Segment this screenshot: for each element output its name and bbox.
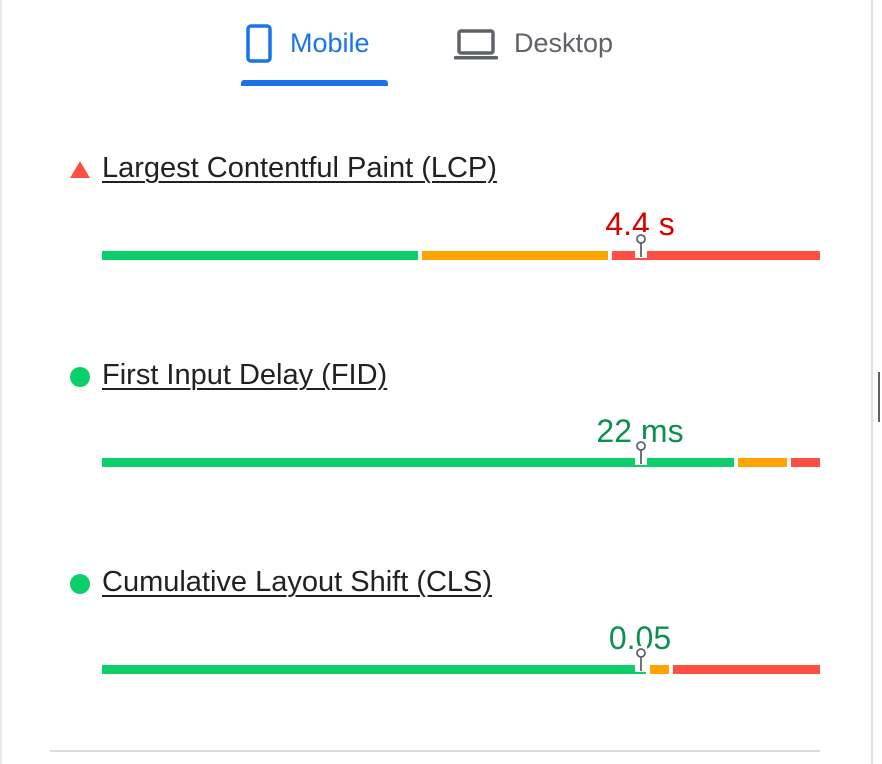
- metric-name-lcp[interactable]: Largest Contentful Paint (LCP): [102, 148, 497, 188]
- tab-selected-indicator: [241, 80, 388, 86]
- metric-lcp: Largest Contentful Paint (LCP) 4.4 s: [0, 148, 882, 308]
- distribution-bar-cls: [102, 665, 820, 674]
- bar-segment-needs-improvement: [738, 458, 787, 467]
- bar-segment-poor: [791, 458, 820, 467]
- tab-mobile-label: Mobile: [290, 27, 370, 58]
- metric-fid: First Input Delay (FID) 22 ms: [0, 355, 882, 515]
- metric-name-fid[interactable]: First Input Delay (FID): [102, 355, 387, 395]
- distribution-bar-lcp: [102, 251, 820, 260]
- green-dot-icon: [69, 366, 91, 388]
- triangle-warning-icon: [69, 159, 91, 181]
- distribution-bar-fid: [102, 458, 820, 467]
- laptop-icon: [452, 23, 500, 63]
- bar-segment-needs-improvement: [422, 251, 608, 260]
- bar-segment-good: [102, 665, 646, 674]
- value-marker-icon: [635, 646, 647, 672]
- bar-segment-poor: [673, 665, 820, 674]
- section-divider: [50, 750, 820, 752]
- bar-segment-good: [102, 251, 418, 260]
- bar-segment-needs-improvement: [650, 665, 669, 674]
- value-marker-icon: [635, 439, 647, 465]
- metric-cls: Cumulative Layout Shift (CLS) 0.05: [0, 562, 882, 722]
- tab-desktop[interactable]: Desktop: [452, 0, 642, 86]
- value-marker-icon: [635, 232, 647, 258]
- green-dot-icon: [69, 573, 91, 595]
- tab-desktop-label: Desktop: [514, 27, 614, 58]
- metric-name-cls[interactable]: Cumulative Layout Shift (CLS): [102, 562, 492, 602]
- tab-mobile[interactable]: Mobile: [242, 0, 388, 86]
- phone-icon: [242, 23, 276, 63]
